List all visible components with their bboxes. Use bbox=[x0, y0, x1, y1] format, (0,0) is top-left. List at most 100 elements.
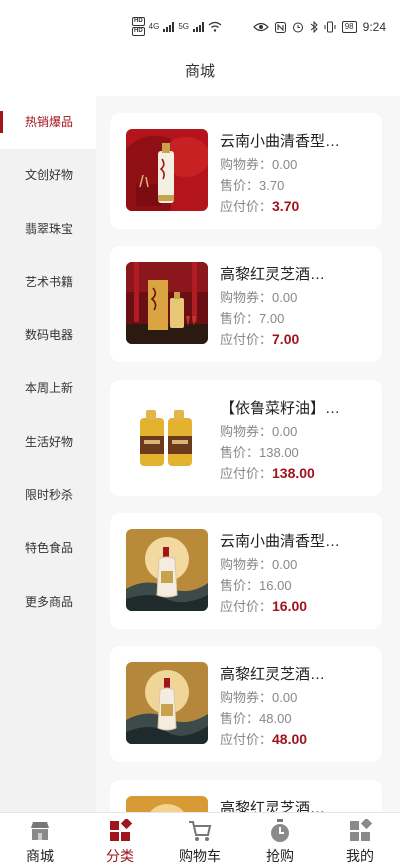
tab-category[interactable]: 分类 bbox=[80, 813, 160, 866]
product-image bbox=[126, 529, 208, 611]
pay-price-value: 138.00 bbox=[272, 465, 315, 481]
coupon-row: 购物券：0.00 bbox=[220, 287, 297, 306]
sidebar-item-jewelry[interactable]: 翡翠珠宝 bbox=[0, 203, 96, 256]
coupon-row: 购物券：0.00 bbox=[220, 154, 297, 173]
sale-price-value: 16.00 bbox=[259, 578, 292, 593]
tab-label: 分类 bbox=[106, 848, 134, 864]
tab-cart[interactable]: 购物车 bbox=[160, 813, 240, 866]
pay-price-label: 应付价： bbox=[220, 199, 273, 214]
tab-label: 商城 bbox=[26, 848, 54, 864]
page-title: 商城 bbox=[0, 50, 400, 96]
product-image bbox=[126, 662, 208, 744]
pay-price-row: 应付价：7.00 bbox=[220, 329, 299, 348]
pay-price-value: 16.00 bbox=[272, 598, 308, 614]
sale-price-value: 7.00 bbox=[259, 311, 285, 326]
sale-price-value: 138.00 bbox=[259, 445, 299, 460]
bluetooth-icon bbox=[310, 21, 318, 33]
tab-profile[interactable]: 我的 bbox=[320, 813, 400, 866]
sidebar-item-creative[interactable]: 文创好物 bbox=[0, 149, 96, 202]
status-left: HD HD 4G 5G bbox=[132, 17, 222, 36]
sale-price-label: 售价： bbox=[220, 711, 260, 726]
profile-icon bbox=[350, 819, 372, 841]
sidebar-item-flash-sale[interactable]: 限时秒杀 bbox=[0, 469, 96, 522]
eye-icon bbox=[252, 22, 269, 32]
hd-badge: HD bbox=[132, 27, 145, 36]
product-title: 高黎红灵芝酒… bbox=[220, 266, 326, 283]
sale-price-label: 售价： bbox=[220, 178, 260, 193]
coupon-value: 0.00 bbox=[272, 690, 298, 705]
nfc-icon bbox=[274, 21, 286, 33]
product-list: 云南小曲清香型… 购物券：0.00 售价：3.70 应付价：3.70 高黎红灵芝… bbox=[96, 96, 400, 812]
sidebar-item-electronics[interactable]: 数码电器 bbox=[0, 309, 96, 362]
product-card[interactable]: 高黎红灵芝酒… bbox=[110, 780, 382, 812]
sale-price-label: 售价： bbox=[220, 445, 260, 460]
coupon-label: 购物券： bbox=[220, 157, 273, 172]
pay-price-label: 应付价： bbox=[220, 599, 273, 614]
coupon-value: 0.00 bbox=[272, 157, 298, 172]
sidebar-item-lifestyle[interactable]: 生活好物 bbox=[0, 416, 96, 469]
product-card[interactable]: 【依鲁菜籽油】… 购物券：0.00 售价：138.00 应付价：138.00 bbox=[110, 380, 382, 496]
coupon-row: 购物券：0.00 bbox=[220, 421, 297, 440]
network-type: 4G bbox=[148, 22, 160, 31]
coupon-row: 购物券：0.00 bbox=[220, 687, 297, 706]
product-image bbox=[126, 396, 208, 478]
product-image bbox=[126, 796, 208, 812]
pay-price-row: 应付价：138.00 bbox=[220, 463, 315, 482]
sale-price-row: 售价：48.00 bbox=[220, 708, 292, 727]
product-title: 【依鲁菜籽油】… bbox=[220, 400, 341, 417]
product-card[interactable]: 云南小曲清香型… 购物券：0.00 售价：3.70 应付价：3.70 bbox=[110, 113, 382, 229]
pay-price-value: 48.00 bbox=[272, 731, 308, 747]
pay-price-label: 应付价： bbox=[220, 332, 273, 347]
pay-price-row: 应付价：3.70 bbox=[220, 196, 299, 215]
clock: 9:24 bbox=[362, 20, 386, 34]
sale-price-row: 售价：7.00 bbox=[220, 308, 284, 327]
sale-price-row: 售价：138.00 bbox=[220, 442, 299, 461]
pay-price-value: 7.00 bbox=[272, 331, 300, 347]
sale-price-row: 售价：3.70 bbox=[220, 175, 284, 194]
vibrate-icon bbox=[324, 21, 336, 33]
sim-indicators: HD HD bbox=[132, 17, 145, 36]
timer-icon bbox=[271, 819, 289, 842]
tab-shop[interactable]: 商城 bbox=[0, 813, 80, 866]
pay-price-row: 应付价：16.00 bbox=[220, 596, 307, 615]
sale-price-value: 48.00 bbox=[259, 711, 292, 726]
sidebar-item-hot[interactable]: 热销爆品 bbox=[0, 96, 96, 150]
category-sidebar: 热销爆品 文创好物 翡翠珠宝 艺术书籍 数码电器 本周上新 生活好物 限时秒杀 … bbox=[0, 96, 96, 812]
alarm-icon bbox=[292, 22, 303, 33]
sale-price-label: 售价： bbox=[220, 311, 260, 326]
product-card[interactable]: 高黎红灵芝酒… 购物券：0.00 售价：7.00 应付价：7.00 bbox=[110, 246, 382, 362]
pay-price-value: 3.70 bbox=[272, 198, 300, 214]
pay-price-row: 应付价：48.00 bbox=[220, 729, 307, 748]
tab-flash-buy[interactable]: 抢购 bbox=[240, 813, 320, 866]
product-title: 云南小曲清香型… bbox=[220, 133, 341, 150]
sidebar-item-new-this-week[interactable]: 本周上新 bbox=[0, 362, 96, 415]
signal-icon bbox=[163, 21, 175, 32]
shop-icon bbox=[31, 822, 49, 840]
product-title: 高黎红灵芝酒… bbox=[220, 666, 326, 683]
product-card[interactable]: 高黎红灵芝酒… 购物券：0.00 售价：48.00 应付价：48.00 bbox=[110, 646, 382, 762]
battery-indicator: 98 bbox=[341, 21, 357, 33]
coupon-label: 购物券： bbox=[220, 290, 273, 305]
wifi-icon bbox=[208, 21, 222, 32]
pay-price-label: 应付价： bbox=[220, 466, 273, 481]
sidebar-item-more[interactable]: 更多商品 bbox=[0, 576, 96, 629]
sidebar-item-books[interactable]: 艺术书籍 bbox=[0, 256, 96, 309]
sale-price-row: 售价：16.00 bbox=[220, 575, 292, 594]
sale-price-value: 3.70 bbox=[259, 178, 285, 193]
product-title: 高黎红灵芝酒… bbox=[220, 800, 326, 812]
tab-label: 购物车 bbox=[179, 848, 221, 864]
signal-icon bbox=[193, 21, 205, 32]
sidebar-item-specialty-food[interactable]: 特色食品 bbox=[0, 522, 96, 575]
coupon-label: 购物券： bbox=[220, 557, 273, 572]
product-card[interactable]: 云南小曲清香型… 购物券：0.00 售价：16.00 应付价：16.00 bbox=[110, 513, 382, 629]
status-right: 98 9:24 bbox=[252, 20, 386, 34]
coupon-label: 购物券： bbox=[220, 690, 273, 705]
status-bar: HD HD 4G 5G 98 9:24 bbox=[0, 0, 400, 50]
product-title: 云南小曲清香型… bbox=[220, 533, 341, 550]
hd-badge: HD bbox=[132, 17, 145, 26]
category-icon bbox=[110, 819, 132, 841]
coupon-value: 0.00 bbox=[272, 557, 298, 572]
tab-label: 我的 bbox=[346, 848, 374, 864]
network-type: 5G bbox=[178, 22, 190, 31]
product-image bbox=[126, 129, 208, 211]
